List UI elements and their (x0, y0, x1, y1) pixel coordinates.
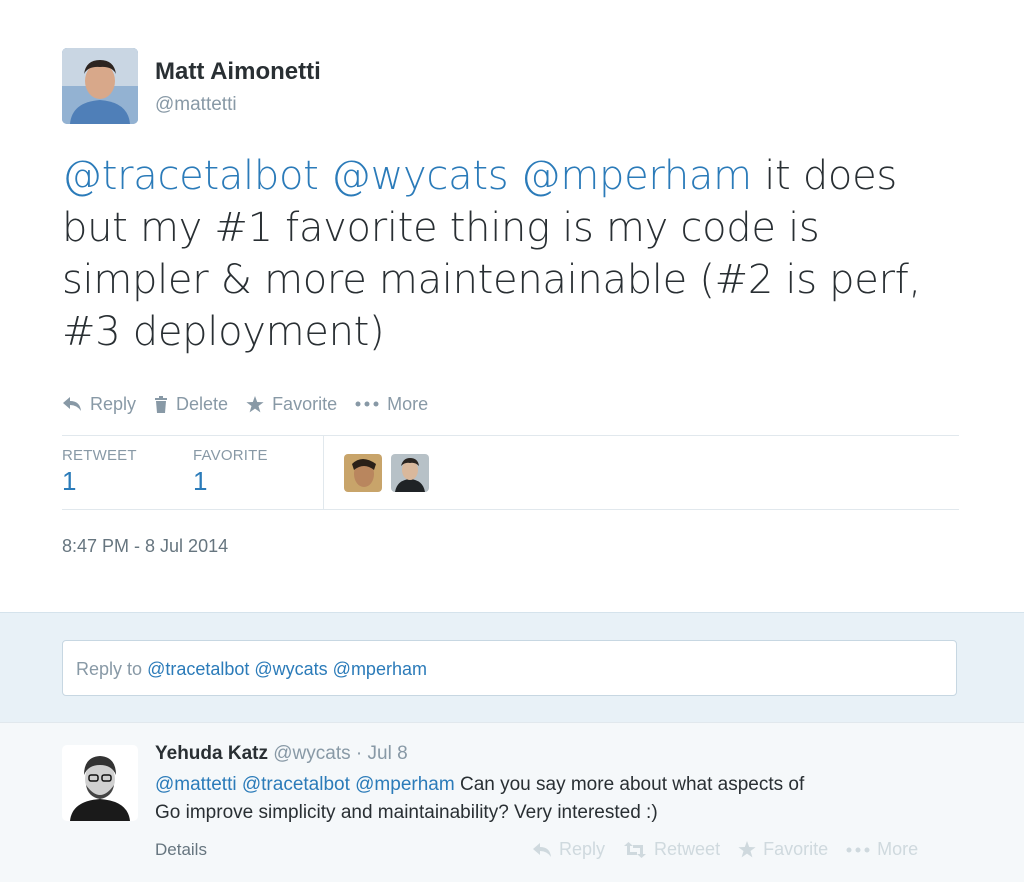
more-dots-icon (355, 401, 379, 407)
delete-label: Delete (176, 393, 229, 414)
favorite-count[interactable]: 1 (193, 466, 207, 497)
more-button[interactable]: More (355, 394, 428, 415)
tweet-text-line1: it does (751, 153, 897, 199)
author-name[interactable]: Matt Aimonetti (155, 58, 321, 86)
mention-link[interactable]: @tracetalbot (62, 153, 319, 199)
retweet-icon (623, 841, 647, 858)
divider (62, 435, 959, 436)
retweet-button[interactable]: Retweet (623, 839, 720, 860)
trash-icon (154, 395, 168, 413)
reply-prefix: Reply to (76, 659, 143, 679)
tweet-timestamp[interactable]: 8:47 PM - 8 Jul 2014 (62, 536, 228, 557)
reply-favorite-label: Favorite (763, 839, 829, 859)
author-handle[interactable]: @mattetti (155, 94, 237, 116)
reply-icon (532, 842, 552, 858)
reply-area: Reply to @tracetalbot @wycats @mperham (0, 612, 1024, 723)
reply-mention-links[interactable]: @mattetti @tracetalbot @mperham (155, 774, 455, 795)
reply-icon (62, 396, 82, 412)
stats-divider (323, 436, 324, 509)
reply-button[interactable]: Reply (62, 394, 136, 415)
reply-favorite-button[interactable]: Favorite (738, 839, 828, 860)
divider (62, 509, 959, 510)
star-icon (246, 395, 264, 413)
reply-author-meta[interactable]: @wycats · Jul 8 (273, 743, 407, 764)
tweet-actions: Reply Delete Favorite More (62, 392, 428, 416)
tweet-text-line4: #3 deployment) (62, 309, 385, 355)
reply-reply-button[interactable]: Reply (532, 839, 605, 860)
favorite-button[interactable]: Favorite (246, 394, 337, 415)
retweet-stat-label: RETWEET (62, 447, 137, 464)
reply-input-text: Reply to @tracetalbot @wycats @mperham (76, 659, 427, 680)
reply-reply-label: Reply (559, 839, 606, 859)
reply-text-line2: Go improve simplicity and maintainabilit… (155, 802, 658, 823)
mention-link[interactable]: @mperham (521, 153, 752, 199)
reply-mentions: @tracetalbot @wycats @mperham (147, 659, 427, 679)
tweet-text: @tracetalbot @wycats @mperham it does bu… (62, 150, 962, 358)
favorite-label: Favorite (272, 393, 338, 414)
retweet-label: Retweet (654, 839, 721, 859)
author-avatar[interactable] (62, 48, 138, 124)
reply-text: @mattetti @tracetalbot @mperham Can you … (155, 771, 975, 827)
reply-label: Reply (90, 393, 137, 414)
star-icon (738, 841, 756, 858)
more-dots-icon (846, 847, 870, 853)
reply-author-name[interactable]: Yehuda Katz (155, 743, 268, 764)
mention-link[interactable]: @wycats (331, 153, 509, 199)
reply-tweet[interactable]: Yehuda Katz @wycats · Jul 8 @mattetti @t… (0, 722, 1024, 882)
reply-more-button[interactable]: More (846, 839, 918, 860)
favoriter-avatar[interactable] (391, 454, 429, 492)
reply-tweet-actions: Reply Retweet Favorite More (532, 839, 918, 860)
reply-more-label: More (877, 839, 919, 859)
tweet-text-line3: simpler & more maintenainable (#2 is per… (62, 257, 921, 303)
details-link[interactable]: Details (155, 840, 207, 860)
retweet-count[interactable]: 1 (62, 466, 76, 497)
tweet-text-line2: but my #1 favorite thing is my code is (62, 205, 820, 251)
reply-input[interactable]: Reply to @tracetalbot @wycats @mperham (62, 640, 957, 696)
delete-button[interactable]: Delete (154, 394, 228, 415)
reply-author-avatar[interactable] (62, 745, 138, 821)
favorite-stat-label: FAVORITE (193, 447, 268, 464)
more-label: More (387, 393, 429, 414)
reply-text-line1: Can you say more about what aspects of (454, 774, 805, 795)
favoriter-avatar[interactable] (344, 454, 382, 492)
reply-header: Yehuda Katz @wycats · Jul 8 (155, 743, 408, 765)
